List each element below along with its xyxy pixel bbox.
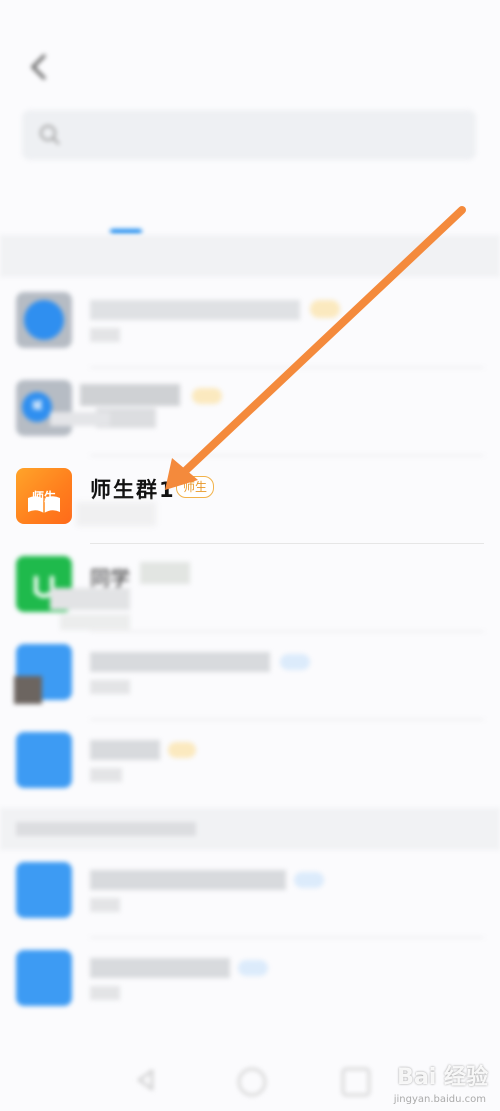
status-bar xyxy=(0,0,500,40)
group-avatar: 师生 xyxy=(16,468,72,524)
nav-bar xyxy=(0,40,500,100)
watermark-url: jingyan.baidu.com xyxy=(393,1094,486,1105)
group-type-badge: 师生 xyxy=(176,476,215,498)
list-item[interactable] xyxy=(0,280,500,368)
watermark-logo: Bai 经验 xyxy=(397,1065,488,1090)
list-item[interactable] xyxy=(0,632,500,720)
screen: 城 师生 师生群1 师生 同学 Bai 经验 jingyan.baidu.com xyxy=(0,0,500,1111)
list-item[interactable] xyxy=(0,720,500,808)
list-item-teacher-student-group[interactable]: 师生 师生群1 师生 xyxy=(0,456,500,544)
list-item[interactable]: 城 xyxy=(0,368,500,456)
back-arrow-icon[interactable] xyxy=(26,52,52,82)
list-item[interactable]: 同学 xyxy=(0,544,500,632)
group-avatar xyxy=(16,862,72,918)
list-item[interactable] xyxy=(0,850,500,938)
system-recent-apps-icon[interactable] xyxy=(342,1068,370,1096)
list-item[interactable] xyxy=(0,938,500,1026)
group-avatar xyxy=(16,732,72,788)
system-back-icon[interactable] xyxy=(134,1068,158,1092)
group-avatar xyxy=(16,292,72,348)
system-home-icon[interactable] xyxy=(238,1068,266,1096)
group-avatar: 城 xyxy=(16,380,72,436)
avatar-label: 师生 xyxy=(31,490,56,504)
section-header xyxy=(0,235,500,277)
search-input[interactable] xyxy=(22,110,476,160)
avatar-label: 城 xyxy=(32,401,42,412)
group-name: 师生群1 xyxy=(90,478,176,502)
group-name: 同学 xyxy=(90,566,130,590)
search-icon xyxy=(38,123,62,147)
group-avatar xyxy=(16,950,72,1006)
section-header xyxy=(0,808,500,850)
tab-bar xyxy=(0,185,500,235)
active-tab-indicator xyxy=(110,229,142,234)
